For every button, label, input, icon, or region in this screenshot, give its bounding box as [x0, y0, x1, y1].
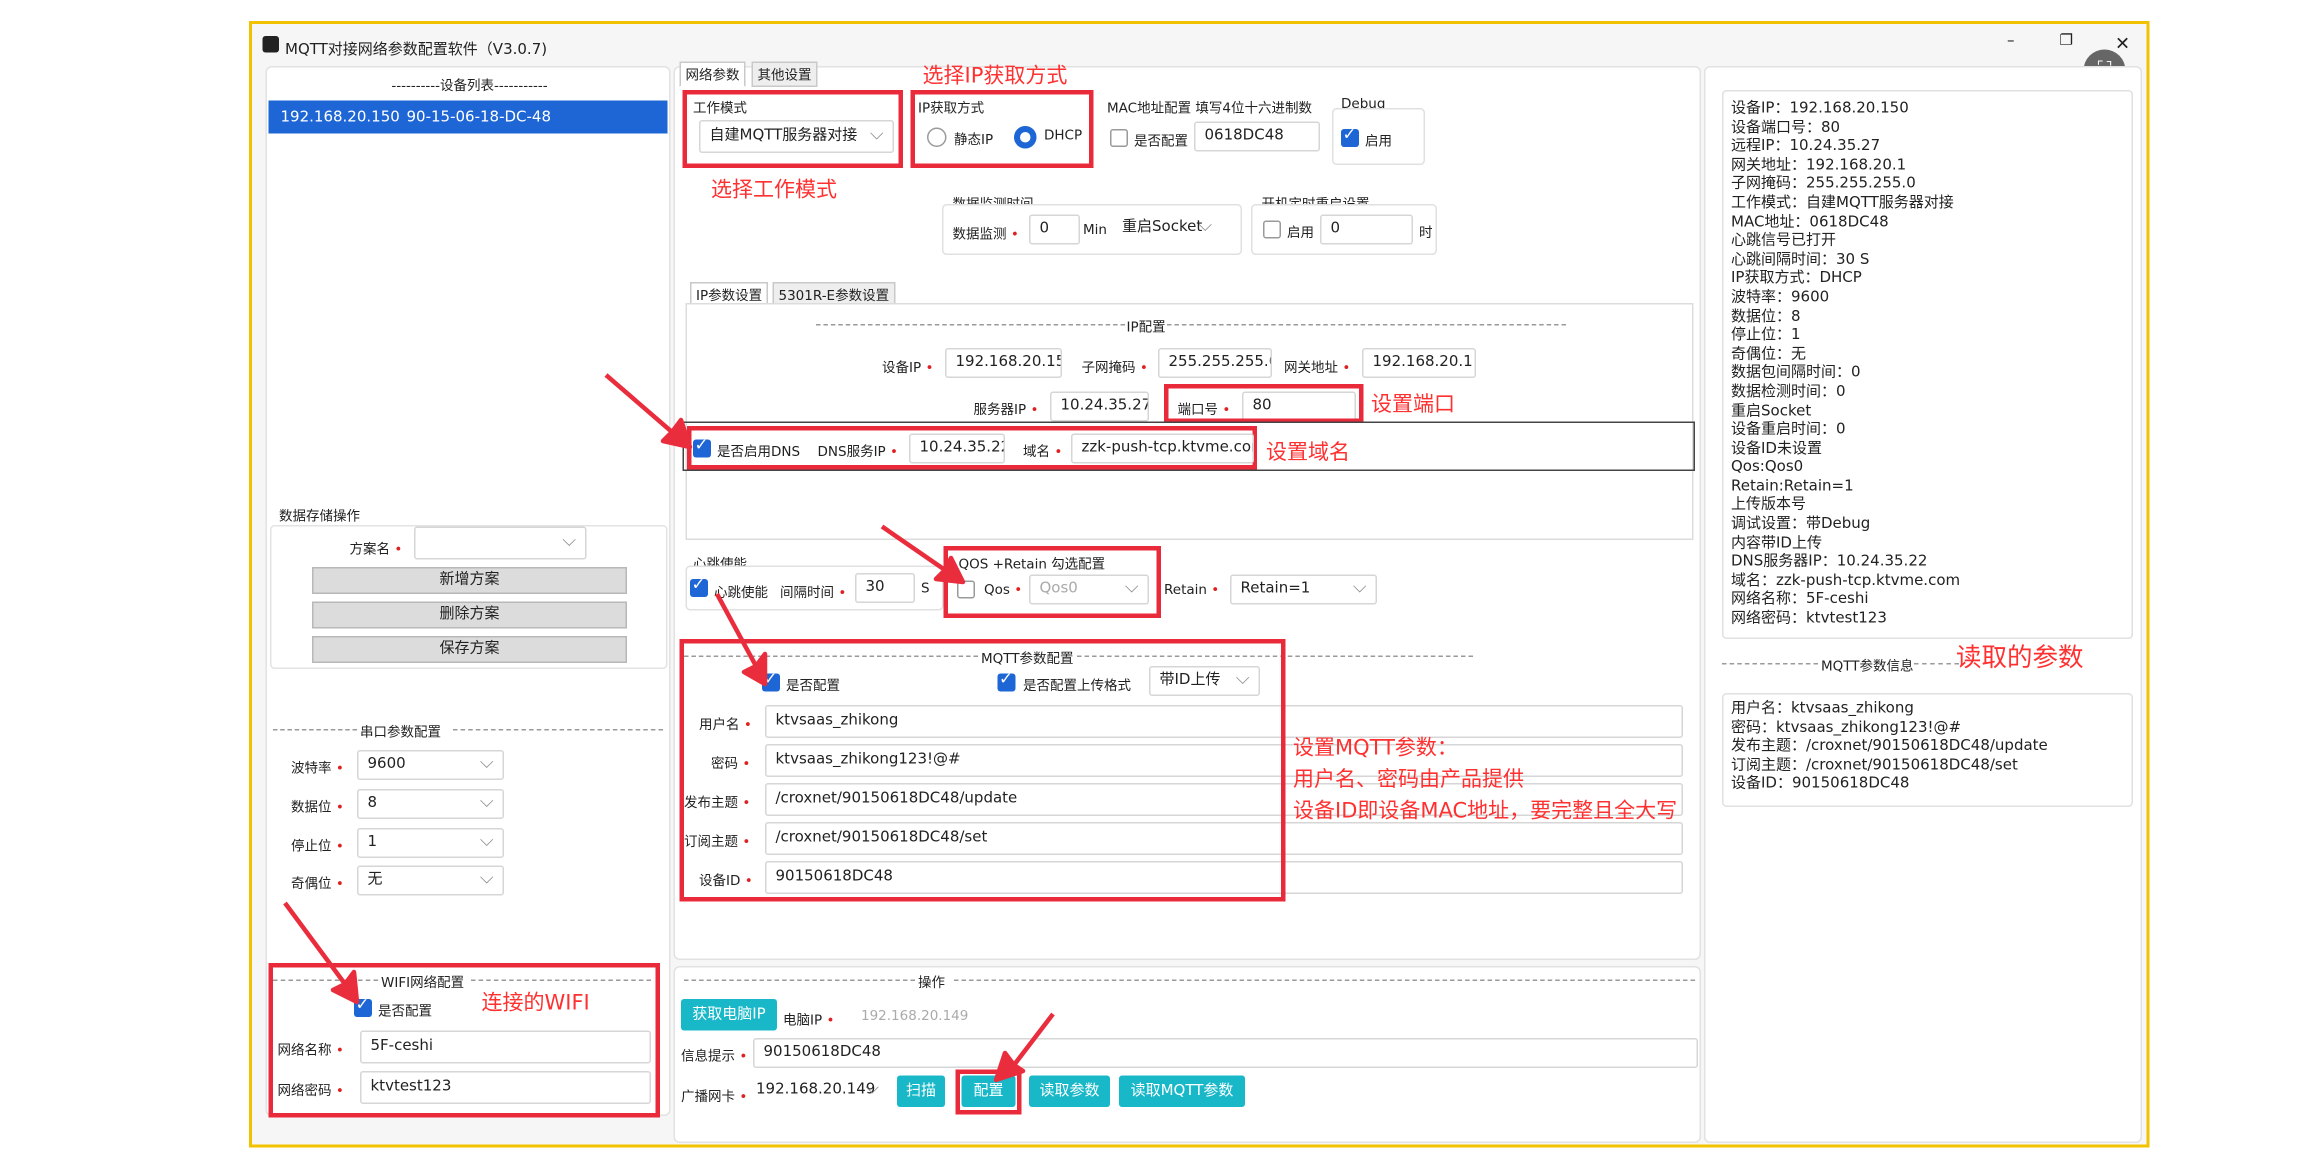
- arrow-mqtt-icon: [715, 592, 768, 687]
- arrow-config-icon: [993, 1012, 1055, 1083]
- annotation-arrows: [283, 373, 1055, 1083]
- app-window: MQTT对接网络参数配置软件（V3.0.7) – ❐ ✕ ⛶ ---------…: [249, 21, 2150, 1148]
- arrow-wifi-icon: [283, 901, 360, 1005]
- stage: MQTT对接网络参数配置软件（V3.0.7) – ❐ ✕ ⛶ ---------…: [0, 0, 2316, 1152]
- arrow-dns-icon: [604, 373, 693, 450]
- arrow-qos-icon: [880, 524, 966, 585]
